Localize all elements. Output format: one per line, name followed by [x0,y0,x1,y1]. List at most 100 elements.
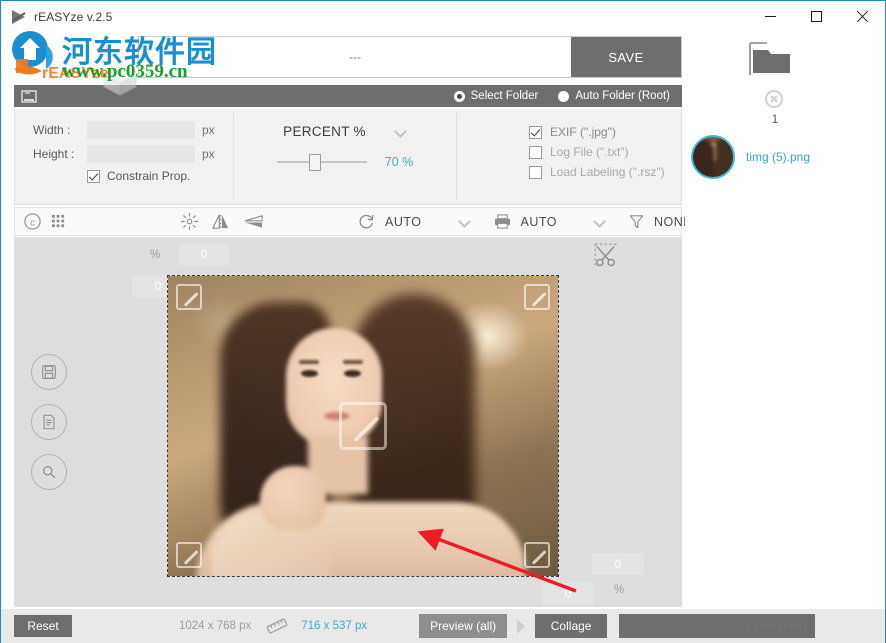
percent-value: 70 % [384,155,414,169]
constrain-checkbox-box [87,169,100,183]
reset-button[interactable]: Reset [14,615,72,637]
slider-track [276,161,367,163]
resize-pencil-icon[interactable] [524,284,550,310]
title-bar: rEASYze v.2.5 [1,1,885,32]
image-toolbar: c AUTO AUTO NONE [14,207,692,236]
radio-select-folder-dot [453,90,465,102]
file-name-label[interactable]: timg (5).png [746,150,810,164]
list-item[interactable]: timg (5).png [691,135,810,179]
chevron-down-icon [394,125,407,138]
height-input[interactable] [87,145,195,163]
print-chevron-down-icon [593,215,606,228]
save-path-row: SAVE [138,36,682,78]
svg-text:c: c [30,217,35,228]
file-count-label: 1 [771,112,779,126]
rename-input[interactable] [619,614,816,638]
height-label: Height : [33,147,75,161]
resize-pencil-icon[interactable] [524,542,550,568]
save-button[interactable]: SAVE [571,37,681,77]
width-unit: px [202,123,215,137]
rotate-value: AUTO [385,214,422,229]
exif-option-exif[interactable]: EXIF (".jpg") [529,125,681,139]
scissors-icon[interactable] [594,243,620,269]
minimize-button[interactable] [747,1,793,32]
clear-circle-x-icon[interactable] [765,90,783,108]
radio-select-folder[interactable]: Select Folder [453,90,539,102]
width-row: Width : px [33,121,233,139]
percent-panel: PERCENT % 70 % [234,109,456,204]
constrain-label: Constrain Prop. [107,169,191,183]
exif-option-logfile[interactable]: Log File (".txt") [529,145,681,159]
exif-checkbox [529,125,542,139]
height-unit: px [202,147,215,161]
collage-button[interactable]: Collage [535,614,608,638]
logfile-label: Log File (".txt") [550,145,629,159]
center-resize-pencil-icon[interactable] [339,402,387,450]
flip-horizontal-icon[interactable] [211,211,232,233]
folder-icon[interactable] [749,41,793,77]
crop-top-value[interactable]: 0 [178,243,230,265]
logfile-checkbox [529,145,542,159]
application-window: rEASYze v.2.5 河东软件园 rEASYze www.pc0359.c… [0,0,886,643]
folder-open-icon[interactable] [21,89,37,103]
avatar[interactable] [691,135,735,179]
folder-radio-group: Select Folder Auto Folder (Root) [453,90,670,102]
watermark-brand-text: rEASYze [42,65,109,82]
width-input[interactable] [87,121,195,139]
app-triangle-icon [11,9,27,25]
print-dropdown[interactable]: AUTO [521,215,607,229]
rotate-dropdown[interactable]: AUTO [385,215,471,229]
preview-all-button[interactable]: Preview (all) [419,614,508,638]
width-label: Width : [33,123,71,137]
close-button[interactable] [839,1,885,32]
floppy-disk-icon[interactable] [31,354,67,390]
image-canvas[interactable]: % 0 0 0 0 % [14,237,682,607]
window-title: rEASYze v.2.5 [34,9,113,24]
exif-option-labeling[interactable]: Load Labeling (".rsz") [529,165,681,179]
radio-auto-folder-label: Auto Folder (Root) [575,90,670,102]
percent-slider[interactable] [276,154,367,171]
chevron-right-icon[interactable] [507,614,535,638]
crop-selection-frame[interactable] [167,275,559,577]
radio-auto-folder[interactable]: Auto Folder (Root) [558,90,670,102]
resize-mode-value: PERCENT % [283,124,366,139]
options-panel: Width : px Height : px Constrain Prop. P… [14,109,682,205]
flip-vertical-icon[interactable] [242,211,265,233]
file-sidebar: 1 timg (5).png [685,32,885,609]
printer-icon[interactable] [493,211,512,233]
crop-percent-symbol-top: % [150,249,161,261]
crop-bottom-value[interactable]: 0 [542,583,594,605]
labeling-label: Load Labeling (".rsz") [550,165,665,179]
radio-select-folder-label: Select Folder [470,90,539,102]
radio-auto-folder-dot [558,90,570,102]
exif-panel: EXIF (".jpg") Log File (".txt") Load Lab… [457,109,681,204]
slider-thumb[interactable] [308,154,321,171]
resize-pencil-icon[interactable] [176,542,202,568]
constrain-proportions-checkbox[interactable]: Constrain Prop. [87,169,233,183]
maximize-button[interactable] [793,1,839,32]
copyright-icon[interactable]: c [23,211,42,233]
grid-icon[interactable] [51,212,66,232]
labeling-checkbox [529,165,542,179]
bottom-bar: Reset 1024 x 768 px 716 x 537 px Preview… [1,609,885,643]
height-row: Height : px [33,145,233,163]
resize-pencil-icon[interactable] [176,284,202,310]
document-icon[interactable] [31,404,67,440]
folder-selection-bar: Select Folder Auto Folder (Root) [14,85,682,107]
brightness-star-icon[interactable] [180,211,199,233]
ruler-icon [266,618,288,634]
rotate-icon[interactable] [357,211,376,233]
print-value: AUTO [520,214,557,229]
exif-label: EXIF (".jpg") [550,125,616,139]
percent-slider-row: 70 % [234,154,456,171]
magnifier-icon[interactable] [31,454,67,490]
window-controls [747,1,885,32]
new-dimensions-label: 716 x 537 px [301,620,368,632]
watermark-logo-icon [12,31,53,75]
funnel-filter-icon[interactable] [628,211,645,233]
crop-right-value[interactable]: 0 [592,553,644,575]
original-dimensions-label: 1024 x 768 px [179,620,252,632]
crop-percent-symbol-bottom: % [614,584,625,596]
rotate-chevron-down-icon [458,215,471,228]
resize-mode-dropdown[interactable]: PERCENT % [234,124,456,139]
